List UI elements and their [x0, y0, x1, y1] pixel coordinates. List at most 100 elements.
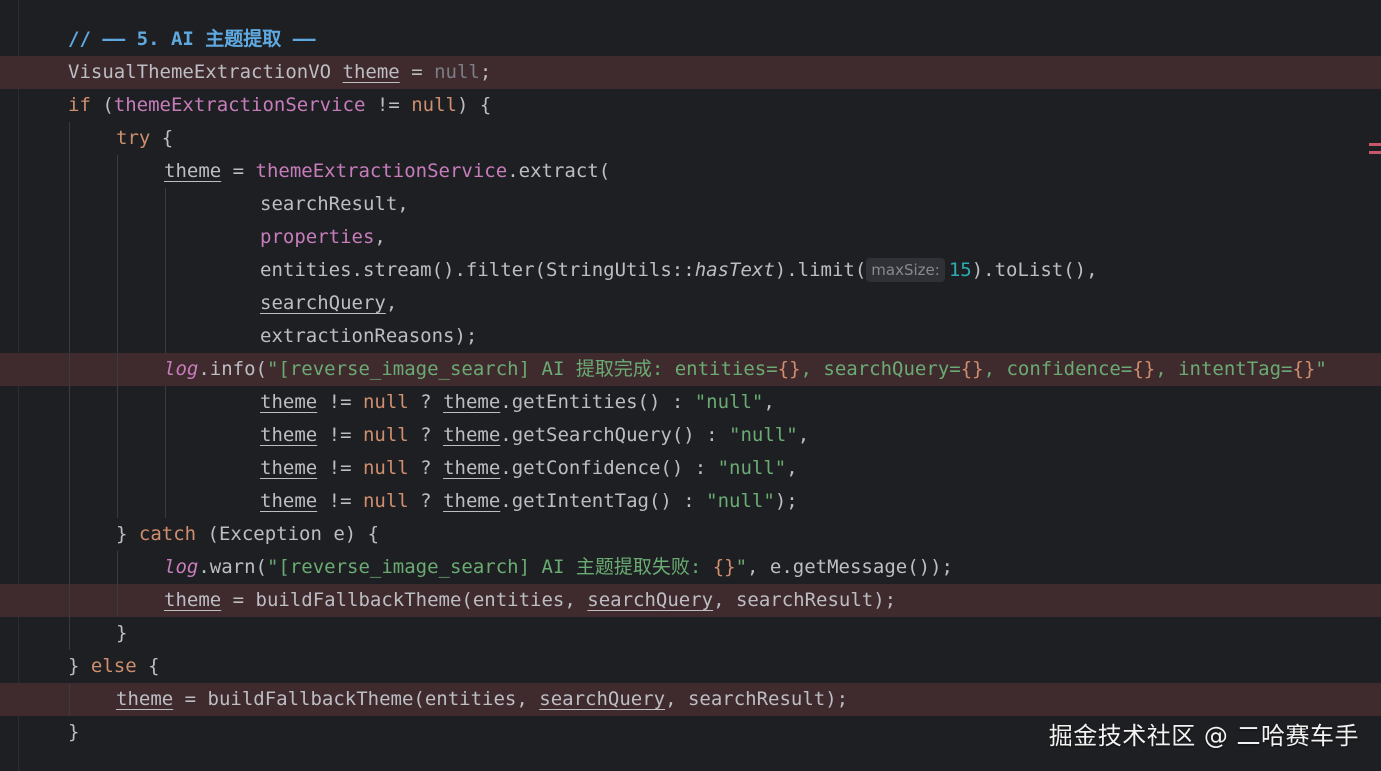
- operator: !=: [365, 94, 412, 116]
- code-line-7[interactable]: properties,: [0, 221, 1381, 254]
- indent-guide: [69, 683, 70, 716]
- variable-search-query: searchQuery: [260, 292, 386, 314]
- indent-guide: [69, 320, 70, 353]
- null-keyword: null: [411, 94, 457, 116]
- code-line-10[interactable]: extractionReasons);: [0, 320, 1381, 353]
- operator: ?: [408, 457, 444, 479]
- punct: }: [68, 655, 91, 677]
- method-call: = buildFallbackTheme(entities,: [173, 688, 540, 710]
- punct: ,: [385, 292, 398, 314]
- argument: entities.stream().filter(StringUtils::: [260, 259, 695, 281]
- argument: searchResult,: [260, 193, 409, 215]
- code-line-1[interactable]: // —— 5. AI 主题提取 ——: [0, 23, 1381, 56]
- code-line-20[interactable]: } else {: [0, 650, 1381, 683]
- code-line-9[interactable]: searchQuery,: [0, 287, 1381, 320]
- comment-text: // —— 5. AI 主题提取 ——: [68, 28, 316, 50]
- field-log: log: [164, 358, 199, 380]
- indent-guide: [69, 221, 70, 254]
- string-literal: , searchQuery=: [800, 358, 961, 380]
- indent-guide: [69, 353, 70, 386]
- method-call: .extract(: [507, 160, 611, 182]
- punct: ,: [374, 226, 386, 248]
- code-line-5[interactable]: theme = themeExtractionService.extract(: [0, 155, 1381, 188]
- indent-guide: [69, 386, 70, 419]
- error-stripe-marker[interactable]: [1369, 143, 1381, 146]
- method-call: .getIntentTag() :: [500, 490, 707, 512]
- method-call: , e.getMessage());: [747, 556, 953, 578]
- indent-guide: [165, 287, 166, 320]
- code-line-3[interactable]: if (themeExtractionService != null) {: [0, 89, 1381, 122]
- watermark-text: 掘金技术社区 @ 二哈赛车手: [1048, 722, 1359, 750]
- method-call: .getConfidence() :: [500, 457, 718, 479]
- string-literal: , confidence=: [983, 358, 1133, 380]
- indent-guide: [117, 584, 118, 617]
- null-keyword: null: [362, 391, 409, 413]
- code-line-12[interactable]: theme != null ? theme.getEntities() : "n…: [0, 386, 1381, 419]
- code-line-13[interactable]: theme != null ? theme.getSearchQuery() :…: [0, 419, 1381, 452]
- code-line-8[interactable]: entities.stream().filter(StringUtils::ha…: [0, 254, 1381, 287]
- variable-theme: theme: [443, 457, 501, 479]
- parameter-hint: maxSize:: [866, 258, 945, 282]
- code-line-11[interactable]: log.info("[reverse_image_search] AI 提取完成…: [0, 353, 1381, 386]
- code-line-6[interactable]: searchResult,: [0, 188, 1381, 221]
- string-literal: "null": [729, 424, 798, 446]
- indent-guide: [69, 485, 70, 518]
- error-stripe-marker[interactable]: [1369, 151, 1381, 154]
- string-literal: "null": [694, 391, 764, 413]
- indent-guide: [165, 254, 166, 287]
- punct: ,: [763, 391, 775, 413]
- string-literal: , intentTag=: [1155, 358, 1293, 380]
- indent-guide: [117, 155, 118, 188]
- operator: !=: [317, 457, 363, 479]
- code-line-17[interactable]: log.warn("[reverse_image_search] AI 主题提取…: [0, 551, 1381, 584]
- method-call: , searchResult);: [713, 589, 897, 611]
- placeholder: {}: [1292, 358, 1316, 380]
- indent-guide: [165, 485, 166, 518]
- indent-guide: [117, 386, 118, 419]
- method-ref: hasText: [694, 259, 775, 281]
- indent-guide: [117, 551, 118, 584]
- null-literal: null: [434, 61, 480, 83]
- variable-theme: theme: [443, 490, 501, 512]
- indent-guide: [69, 188, 70, 221]
- code-line-2[interactable]: VisualThemeExtractionVO theme = null;: [0, 56, 1381, 89]
- operator: !=: [317, 424, 363, 446]
- indent-guide: [117, 254, 118, 287]
- code-line-21[interactable]: theme = buildFallbackTheme(entities, sea…: [0, 683, 1381, 716]
- code-line-18[interactable]: theme = buildFallbackTheme(entities, sea…: [0, 584, 1381, 617]
- operator: !=: [317, 490, 363, 512]
- null-keyword: null: [362, 490, 409, 512]
- string-literal: "[reverse_image_search] AI 主题提取失败:: [266, 556, 713, 578]
- indent-guide: [117, 419, 118, 452]
- indent-guide: [165, 386, 166, 419]
- number-literal: 15: [948, 259, 972, 281]
- keyword-catch: catch: [138, 523, 197, 545]
- code-line-4[interactable]: try {: [0, 122, 1381, 155]
- code-line-15[interactable]: theme != null ? theme.getIntentTag() : "…: [0, 485, 1381, 518]
- punct: ;: [479, 61, 492, 83]
- operator: ?: [408, 424, 444, 446]
- indent-guide: [69, 551, 70, 584]
- code-line-16[interactable]: } catch (Exception e) {: [0, 518, 1381, 551]
- field-log: log: [164, 556, 199, 578]
- indent-guide: [117, 452, 118, 485]
- indent-guide: [69, 254, 70, 287]
- indent-guide: [69, 584, 70, 617]
- indent-guide: [165, 452, 166, 485]
- code-line-14[interactable]: theme != null ? theme.getConfidence() : …: [0, 452, 1381, 485]
- variable-theme: theme: [260, 490, 318, 512]
- indent-guide: [165, 221, 166, 254]
- placeholder: {}: [777, 358, 801, 380]
- punct: ) {: [456, 94, 492, 116]
- operator: !=: [317, 391, 363, 413]
- variable-search-query: searchQuery: [539, 688, 666, 710]
- variable-search-query: searchQuery: [587, 589, 714, 611]
- variable-theme: theme: [116, 688, 174, 710]
- punct: ,: [797, 424, 810, 446]
- variable-theme: theme: [164, 589, 222, 611]
- code-line-19[interactable]: }: [0, 617, 1381, 650]
- code-editor[interactable]: // —— 5. AI 主题提取 —— VisualThemeExtractio…: [0, 0, 1381, 771]
- variable-theme: theme: [342, 61, 400, 83]
- indent-guide: [117, 485, 118, 518]
- string-literal: ": [1315, 358, 1327, 380]
